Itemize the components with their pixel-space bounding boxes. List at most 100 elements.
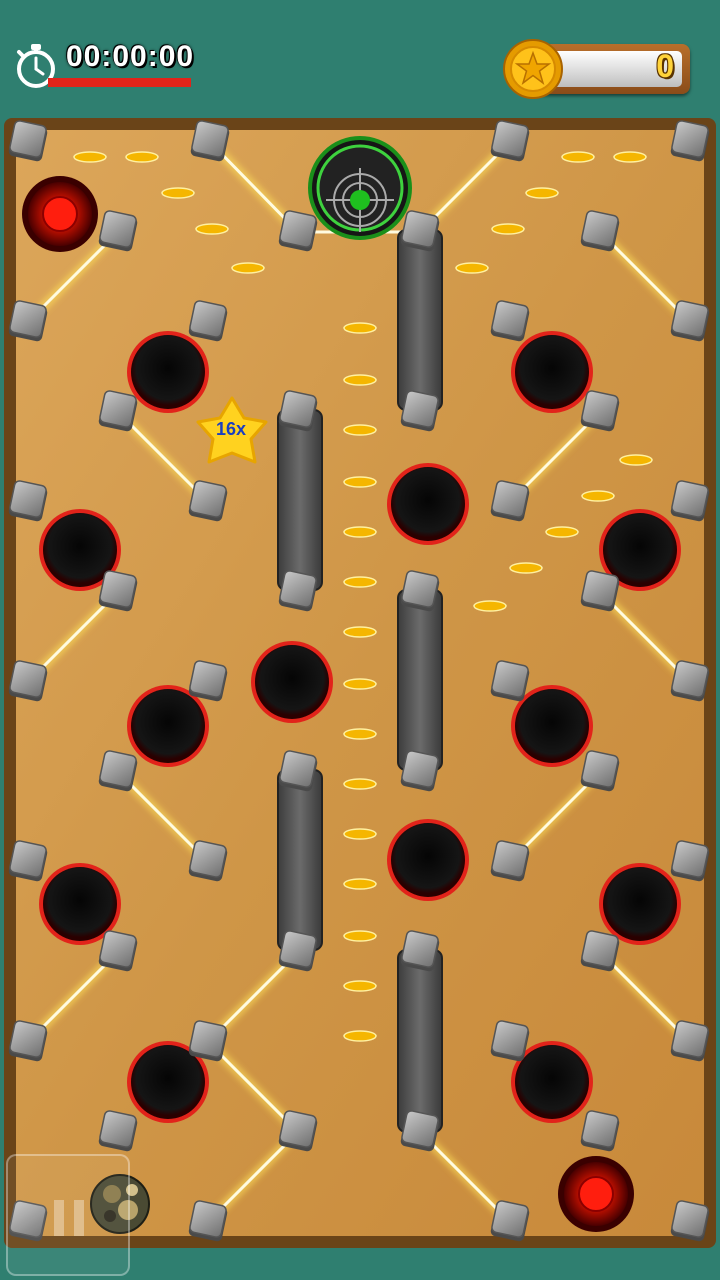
stone-post bbox=[9, 1020, 47, 1058]
stone-post bbox=[581, 210, 619, 248]
stone-post bbox=[491, 1020, 529, 1058]
coin bbox=[343, 828, 377, 840]
coin bbox=[125, 151, 159, 163]
stone-post bbox=[491, 120, 529, 158]
metal-wall bbox=[397, 229, 443, 411]
coin bbox=[343, 980, 377, 992]
coin bbox=[619, 454, 653, 466]
red-switch-top-left[interactable] bbox=[22, 176, 98, 252]
stone-post bbox=[279, 930, 317, 968]
stone-post bbox=[189, 1020, 227, 1058]
coin bbox=[343, 678, 377, 690]
metal-wall bbox=[397, 589, 443, 771]
stone-post bbox=[99, 930, 137, 968]
coin bbox=[613, 151, 647, 163]
stone-post bbox=[99, 570, 137, 608]
stone-post bbox=[401, 750, 439, 788]
metal-wall bbox=[277, 769, 323, 951]
hud: 00:00:00 0 bbox=[0, 0, 720, 112]
coin bbox=[545, 526, 579, 538]
hole bbox=[131, 335, 205, 409]
stone-post bbox=[279, 1110, 317, 1148]
coin bbox=[491, 223, 525, 235]
coin bbox=[343, 878, 377, 890]
coin bbox=[195, 223, 229, 235]
coin bbox=[343, 778, 377, 790]
coin bbox=[343, 424, 377, 436]
stone-post bbox=[581, 390, 619, 428]
hole bbox=[391, 823, 465, 897]
stone-post bbox=[491, 300, 529, 338]
coin bbox=[343, 930, 377, 942]
stone-post bbox=[671, 1020, 709, 1058]
stone-post bbox=[279, 210, 317, 248]
stone-post bbox=[401, 390, 439, 428]
pause-button[interactable] bbox=[6, 1154, 130, 1276]
coin bbox=[343, 526, 377, 538]
stone-post bbox=[191, 120, 229, 158]
stone-post bbox=[401, 210, 439, 248]
hole bbox=[255, 645, 329, 719]
stone-post bbox=[671, 840, 709, 878]
stone-post bbox=[189, 1200, 227, 1238]
coin bbox=[343, 374, 377, 386]
stone-post bbox=[671, 300, 709, 338]
stone-post bbox=[9, 300, 47, 338]
coin bbox=[561, 151, 595, 163]
coin bbox=[343, 476, 377, 488]
stone-post bbox=[279, 570, 317, 608]
multiplier-label: 16x bbox=[216, 419, 246, 439]
stone-post bbox=[99, 1110, 137, 1148]
game-board[interactable]: 16x bbox=[0, 112, 720, 1280]
stone-post bbox=[279, 750, 317, 788]
hole bbox=[515, 1045, 589, 1119]
hole bbox=[603, 867, 677, 941]
stone-post bbox=[189, 300, 227, 338]
stone-post bbox=[491, 480, 529, 518]
star-coin-icon bbox=[503, 39, 563, 99]
coin bbox=[343, 728, 377, 740]
hole bbox=[43, 867, 117, 941]
stone-post bbox=[189, 660, 227, 698]
hole bbox=[131, 689, 205, 763]
stone-post bbox=[401, 1110, 439, 1148]
stone-post bbox=[99, 390, 137, 428]
stone-post bbox=[491, 660, 529, 698]
hole bbox=[391, 467, 465, 541]
coin bbox=[343, 1030, 377, 1042]
stone-post bbox=[279, 390, 317, 428]
coin bbox=[343, 576, 377, 588]
stone-post bbox=[9, 480, 47, 518]
coin bbox=[525, 187, 559, 199]
hole bbox=[515, 689, 589, 763]
stone-post bbox=[581, 750, 619, 788]
coin bbox=[161, 187, 195, 199]
stone-post bbox=[9, 840, 47, 878]
pause-icon bbox=[54, 1200, 64, 1236]
coin bbox=[455, 262, 489, 274]
coin bbox=[231, 262, 265, 274]
stone-post bbox=[581, 930, 619, 968]
stone-post bbox=[189, 480, 227, 518]
stone-post bbox=[9, 120, 47, 158]
stone-post bbox=[491, 840, 529, 878]
stone-post bbox=[401, 570, 439, 608]
stone-post bbox=[671, 1200, 709, 1238]
hole bbox=[515, 335, 589, 409]
stone-post bbox=[581, 1110, 619, 1148]
timer-display: 00:00:00 bbox=[66, 40, 195, 73]
metal-wall bbox=[277, 409, 323, 591]
stone-post bbox=[189, 840, 227, 878]
stone-post bbox=[581, 570, 619, 608]
stone-post bbox=[401, 930, 439, 968]
red-switch-bottom-right[interactable] bbox=[558, 1156, 634, 1232]
stone-post bbox=[9, 660, 47, 698]
stone-post bbox=[99, 750, 137, 788]
stone-post bbox=[491, 1200, 529, 1238]
coin bbox=[473, 600, 507, 612]
coin bbox=[73, 151, 107, 163]
timer-bar bbox=[48, 78, 191, 87]
stone-post bbox=[671, 660, 709, 698]
target-goal-icon bbox=[308, 136, 412, 240]
coin bbox=[343, 322, 377, 334]
